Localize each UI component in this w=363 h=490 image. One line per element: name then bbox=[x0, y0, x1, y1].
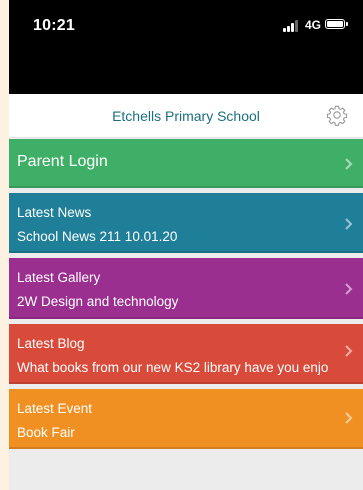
chevron-right-icon bbox=[343, 411, 355, 425]
phone-screen: 10:21 4G Etchells Primary School Parent … bbox=[9, 0, 363, 490]
gear-icon[interactable] bbox=[326, 104, 348, 126]
app-header: Etchells Primary School bbox=[9, 94, 363, 138]
chevron-right-icon bbox=[343, 217, 355, 231]
latest-news-title: Latest News bbox=[17, 205, 92, 220]
chevron-right-icon bbox=[343, 282, 355, 296]
empty-content-area bbox=[9, 451, 363, 490]
status-indicators: 4G bbox=[283, 18, 363, 34]
chevron-right-icon bbox=[343, 157, 355, 171]
latest-event-title: Latest Event bbox=[17, 401, 93, 416]
latest-blog-title: Latest Blog bbox=[17, 336, 85, 351]
signal-icon bbox=[283, 20, 301, 32]
page-title: Etchells Primary School bbox=[112, 108, 260, 124]
latest-news-card[interactable]: Latest News School News 211 10.01.20 bbox=[9, 193, 363, 253]
parent-login-button[interactable]: Parent Login bbox=[9, 139, 363, 188]
latest-gallery-card[interactable]: Latest Gallery 2W Design and technology bbox=[9, 258, 363, 319]
latest-news-subtitle: School News 211 10.01.20 bbox=[17, 229, 178, 244]
latest-gallery-subtitle: 2W Design and technology bbox=[17, 294, 179, 309]
chevron-right-icon bbox=[343, 344, 355, 358]
latest-blog-card[interactable]: Latest Blog What books from our new KS2 … bbox=[9, 324, 363, 384]
parent-login-label: Parent Login bbox=[17, 153, 108, 170]
battery-icon bbox=[325, 19, 348, 29]
latest-event-card[interactable]: Latest Event Book Fair bbox=[9, 389, 363, 449]
latest-blog-subtitle: What books from our new KS2 library have… bbox=[17, 360, 329, 375]
status-bar: 10:21 4G bbox=[9, 0, 363, 94]
latest-event-subtitle: Book Fair bbox=[17, 425, 75, 440]
latest-gallery-title: Latest Gallery bbox=[17, 270, 101, 285]
status-time: 10:21 bbox=[33, 17, 75, 34]
network-type: 4G bbox=[305, 18, 322, 32]
